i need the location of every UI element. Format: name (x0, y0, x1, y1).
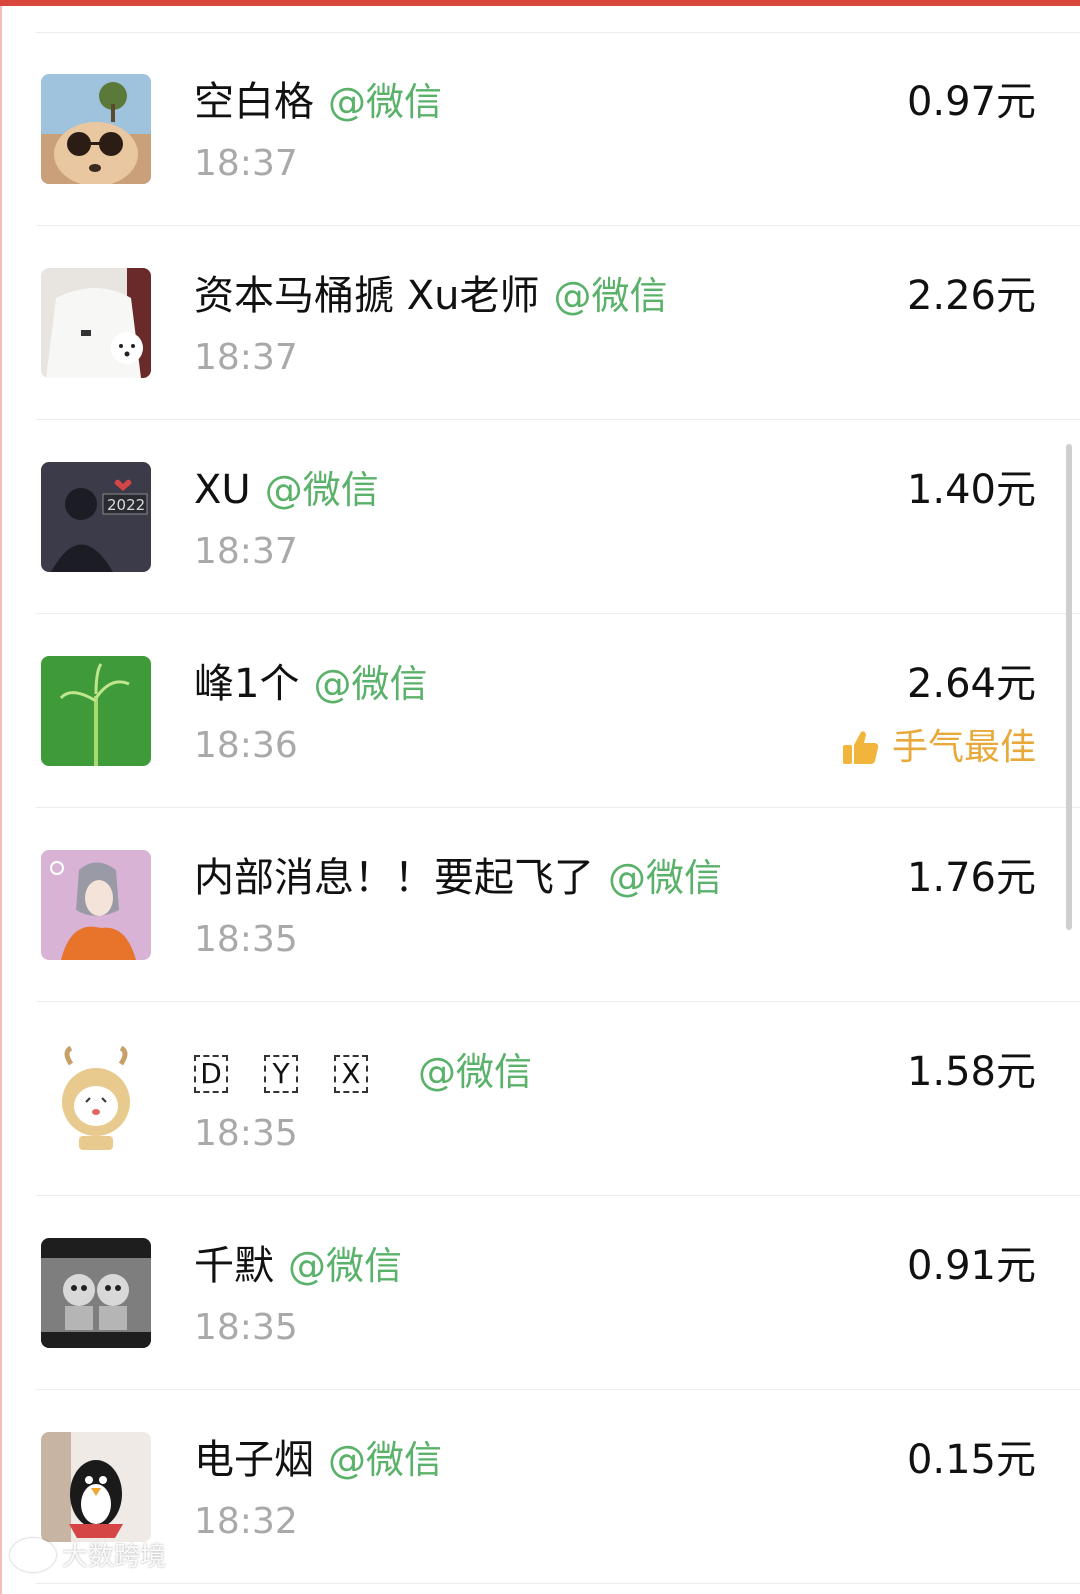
recipient-name: XU (194, 467, 251, 513)
best-luck-label: 手气最佳 (891, 727, 1036, 768)
list-item[interactable]: 2022 XU @微信 18:37 1.40元 (36, 420, 1080, 614)
received-amount: 1.76元 (906, 855, 1036, 901)
wechat-source-tag: @微信 (313, 662, 428, 706)
list-item[interactable]: 资本马桶搋 Xu老师 @微信 18:37 2.26元 (36, 226, 1080, 420)
receive-time: 18:35 (194, 919, 298, 960)
receive-time: 18:35 (194, 1113, 298, 1154)
receive-time: 18:36 (194, 725, 298, 766)
person-with-dog-avatar[interactable] (41, 268, 151, 378)
receive-time: 18:35 (194, 1307, 298, 1348)
wechat-source-tag: @微信 (264, 468, 379, 512)
list-item[interactable]: 空白格 @微信 18:37 0.97元 (36, 32, 1080, 226)
thumbs-up-icon (842, 731, 879, 764)
wechat-source-tag: @微信 (328, 80, 443, 124)
recipient-name-line: D Y X @微信 (194, 1046, 532, 1098)
silhouette-2022-avatar[interactable]: 2022 (41, 462, 151, 572)
wechat-source-tag: @微信 (418, 1050, 533, 1094)
anime-boy-avatar[interactable] (41, 850, 151, 960)
recipient-name: 电子烟 (194, 1437, 314, 1483)
cartoon-ox-avatar[interactable] (41, 1044, 151, 1154)
wechat-source-tag: @微信 (553, 274, 668, 318)
top-accent-bar (0, 0, 1080, 6)
received-amount: 2.64元 (906, 661, 1036, 707)
recipient-name-line: 资本马桶搋 Xu老师 @微信 (194, 270, 667, 322)
recipient-name: 内部消息！！要起飞了 (194, 855, 594, 901)
recipient-name: 千默 (194, 1243, 274, 1289)
receive-time: 18:37 (194, 337, 298, 378)
received-amount: 0.15元 (906, 1437, 1036, 1483)
recipient-name-line: 空白格 @微信 (194, 76, 442, 128)
recipient-name-line: 峰1个 @微信 (194, 658, 427, 710)
svg-text:2022: 2022 (107, 496, 145, 514)
best-luck-badge: 手气最佳 (840, 726, 1036, 770)
list-item[interactable]: 内部消息！！要起飞了 @微信 18:35 1.76元 (36, 808, 1080, 1002)
vertical-scrollbar[interactable] (1066, 444, 1072, 930)
watermark-text: 大数跨境 (62, 1542, 167, 1572)
watermark-logo-icon (10, 1537, 56, 1572)
wechat-source-tag: @微信 (608, 856, 723, 900)
red-packet-recipient-list[interactable]: 空白格 @微信 18:37 0.97元 资本马桶搋 Xu老师 @微信 18:37 2… (0, 32, 1080, 1584)
name-char-box: X (334, 1055, 368, 1093)
recipient-name-line: 千默 @微信 (194, 1240, 402, 1292)
received-amount: 2.26元 (906, 273, 1036, 319)
penguin-toy-avatar[interactable] (41, 1432, 151, 1542)
recipient-name-line: XU @微信 (194, 464, 379, 516)
cartoon-couple-avatar[interactable] (41, 1238, 151, 1348)
recipient-name: 资本马桶搋 Xu老师 (194, 273, 540, 319)
received-amount: 0.91元 (906, 1243, 1036, 1289)
green-plant-avatar[interactable] (41, 656, 151, 766)
receive-time: 18:37 (194, 143, 298, 184)
receive-time: 18:37 (194, 531, 298, 572)
list-item[interactable]: 峰1个 @微信 18:36 2.64元 手气最佳 (36, 614, 1080, 808)
recipient-name: 峰1个 (194, 661, 300, 707)
recipient-name: 空白格 (194, 79, 314, 125)
list-item[interactable]: 千默 @微信 18:35 0.91元 (36, 1196, 1080, 1390)
received-amount: 1.58元 (906, 1049, 1036, 1095)
name-char-box: D (194, 1055, 228, 1093)
name-char-box: Y (264, 1055, 298, 1093)
sunglasses-dog-avatar[interactable] (41, 74, 151, 184)
recipient-name-line: 内部消息！！要起飞了 @微信 (194, 852, 722, 904)
list-item[interactable]: D Y X @微信 18:35 1.58元 (36, 1002, 1080, 1196)
watermark: 大数跨境 (10, 1536, 166, 1573)
wechat-source-tag: @微信 (328, 1438, 443, 1482)
recipient-name-line: 电子烟 @微信 (194, 1434, 442, 1486)
list-item[interactable]: 电子烟 @微信 18:32 0.15元 (36, 1390, 1080, 1584)
received-amount: 0.97元 (906, 79, 1036, 125)
received-amount: 1.40元 (906, 467, 1036, 513)
wechat-source-tag: @微信 (288, 1244, 403, 1288)
receive-time: 18:32 (194, 1501, 298, 1542)
